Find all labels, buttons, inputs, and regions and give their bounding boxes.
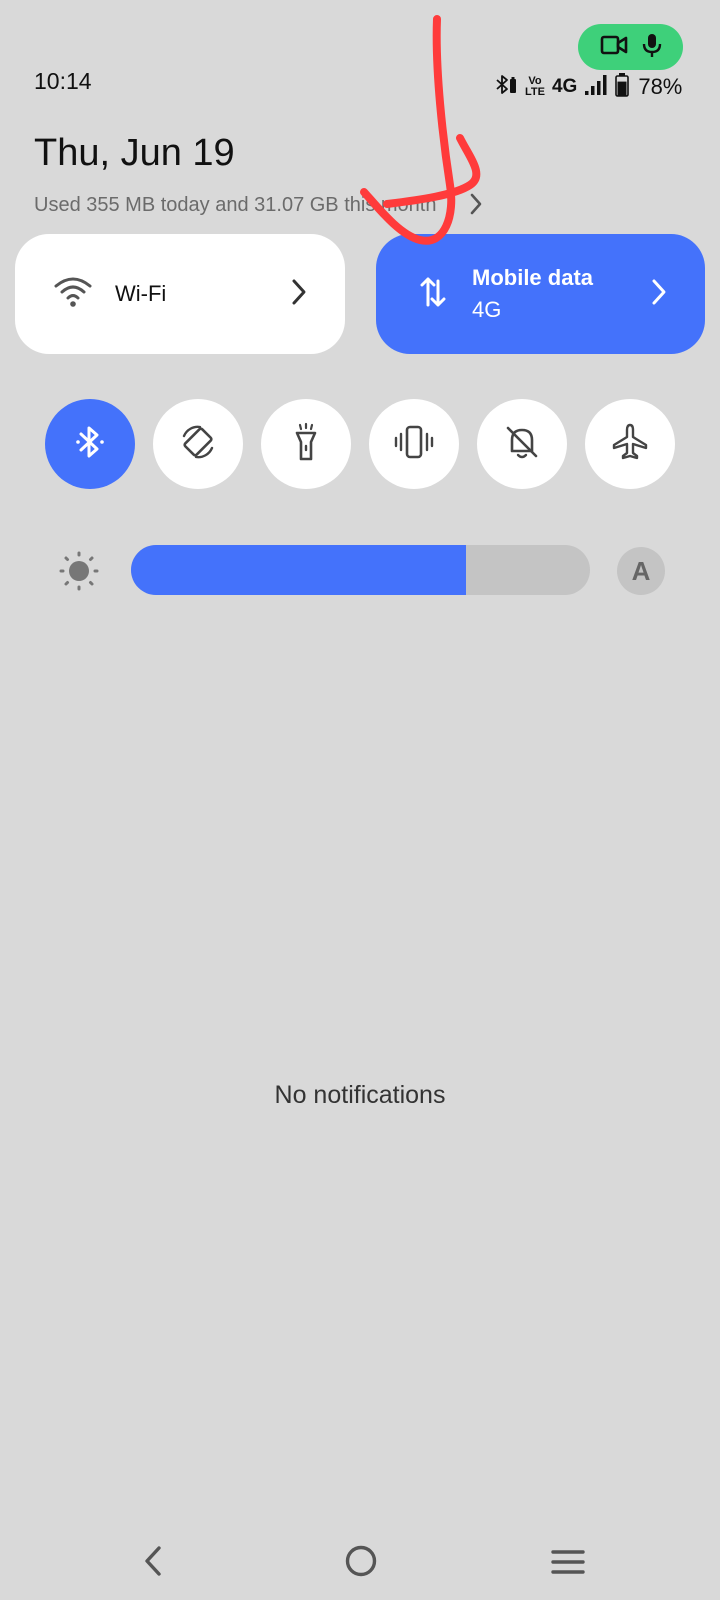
brightness-sun-icon (59, 551, 99, 596)
home-button[interactable] (344, 1544, 378, 1583)
signal-icon (584, 74, 608, 101)
back-button[interactable] (137, 1544, 171, 1583)
do-not-disturb-toggle[interactable] (477, 399, 567, 489)
vibrate-toggle[interactable] (369, 399, 459, 489)
volte-icon: Vo LTE (525, 75, 545, 98)
auto-rotate-toggle[interactable] (153, 399, 243, 489)
network-type: 4G (551, 76, 578, 97)
hand-drawn-arrow-annotation (360, 15, 481, 245)
chevron-right-icon[interactable] (291, 278, 307, 311)
wifi-icon (53, 275, 93, 314)
flashlight-icon (289, 422, 323, 467)
video-camera-icon (600, 34, 628, 61)
bluetooth-icon (73, 423, 107, 466)
brightness-slider[interactable] (131, 545, 590, 595)
data-arrows-icon (420, 275, 446, 314)
privacy-indicator-pill[interactable] (578, 24, 683, 70)
mobile-data-label: Mobile data (472, 265, 594, 290)
chevron-right-icon[interactable] (651, 278, 667, 311)
mobile-data-tile[interactable]: Mobile data 4G (376, 234, 705, 354)
date-label: Thu, Jun 19 (34, 132, 235, 174)
microphone-icon (642, 32, 662, 63)
bell-off-icon (504, 423, 540, 466)
brightness-slider-fill (131, 545, 467, 595)
recents-menu-button[interactable] (551, 1548, 585, 1581)
mobile-data-sublabel: 4G (472, 297, 502, 322)
mobile-data-text: Mobile data 4G (472, 265, 593, 323)
airplane-icon (610, 422, 650, 467)
wifi-label: Wi-Fi (115, 281, 167, 306)
battery-icon (615, 72, 630, 102)
airplane-mode-toggle[interactable] (585, 399, 675, 489)
auto-brightness-button[interactable]: A (617, 547, 665, 595)
battery-percent: 78% (638, 74, 683, 99)
bluetooth-toggle[interactable] (45, 399, 135, 489)
wifi-tile[interactable]: Wi-Fi (15, 234, 345, 354)
auto-rotate-icon (178, 422, 218, 467)
no-notifications-text: No notifications (274, 1081, 446, 1109)
status-icons: Vo LTE 4G 78% (494, 72, 682, 102)
status-time: 10:14 (34, 68, 92, 94)
flashlight-toggle[interactable] (261, 399, 351, 489)
vibrate-icon (393, 424, 435, 465)
